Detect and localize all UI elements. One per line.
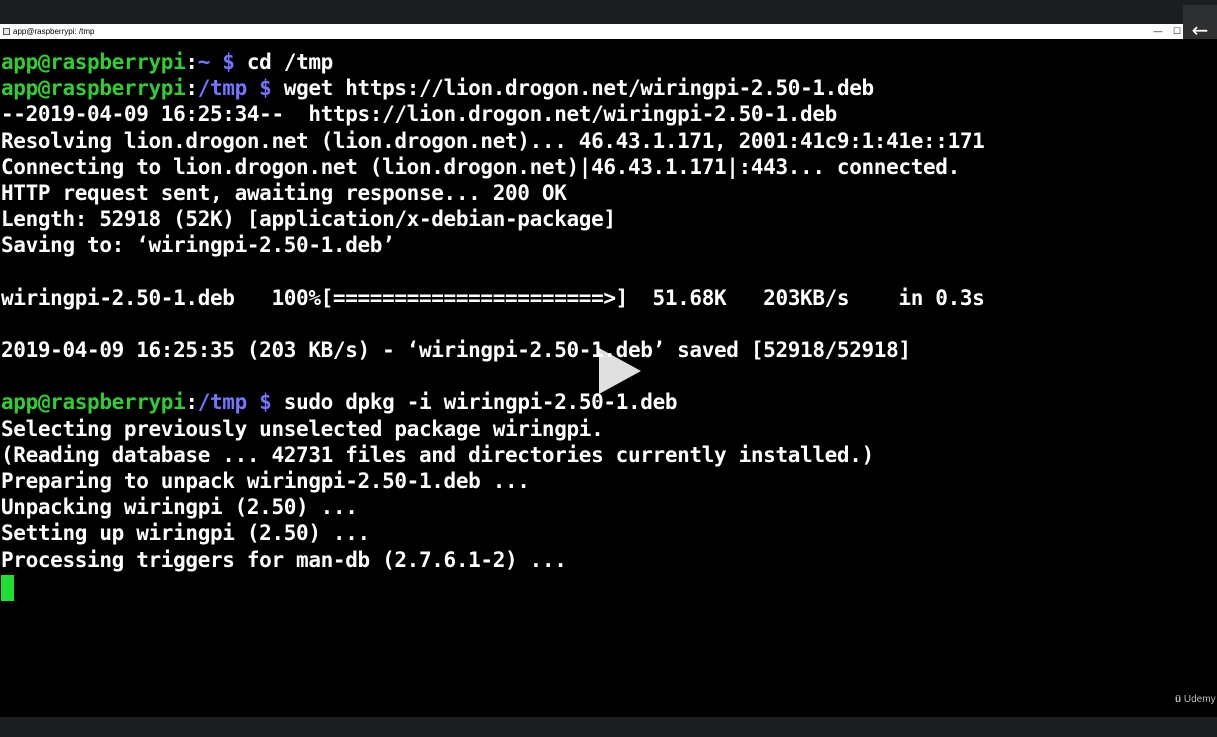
prompt-command: sudo dpkg -i wiringpi-2.50-1.deb [283,390,678,415]
prompt-command: cd /tmp [246,50,333,74]
video-top-bar [0,0,1217,24]
prompt-command: wget https://lion.drogon.net/wiringpi-2.… [283,76,874,101]
udemy-logo-icon: ü [1175,694,1182,705]
play-icon[interactable] [597,348,643,394]
prompt-separator: : [185,50,198,74]
minimize-button[interactable]: — [1151,24,1165,39]
terminal-output-line: Selecting previously unselected package … [1,416,604,441]
prompt-path: ~ [197,50,211,74]
prompt-sigil: $ [210,50,247,74]
terminal-output-line: Setting up wiringpi (2.50) ... [1,521,370,546]
terminal-title-bar: app@raspberrypi: /tmp — ☐ [0,24,1217,39]
terminal-lines: app@raspberrypi:~ $ cd /tmp app@raspberry… [1,49,985,573]
prompt-path: /tmp [197,76,248,101]
terminal-output-line: Preparing to unpack wiringpi-2.50-1.deb … [1,469,530,493]
terminal-output-line: Connecting to lion.drogon.net (lion.drog… [1,154,960,179]
terminal-prompt-line: app@raspberrypi:~ $ cd /tmp [1,49,984,75]
terminal-app-icon [3,28,10,35]
prompt-path: /tmp [197,390,248,415]
terminal-output-line: HTTP request sent, awaiting response... … [1,180,567,205]
watermark-text: Udemy [1183,694,1216,705]
prompt-separator: : [185,76,198,101]
terminal-prompt-line: app@raspberrypi:/tmp $ sudo dpkg -i wiri… [1,389,984,415]
terminal-cursor [1,575,14,601]
prompt-user: app@raspberrypi [1,390,186,415]
prompt-sigil: $ [246,390,284,415]
udemy-watermark: ü Udemy [1175,694,1217,705]
video-bottom-bar [0,717,1217,737]
terminal-output-line: Unpacking wiringpi (2.50) ... [1,495,358,520]
terminal-output-line: Processing triggers for man-db (2.7.6.1-… [1,547,567,572]
maximize-button[interactable]: ☐ [1170,24,1184,39]
prompt-separator: : [185,390,198,415]
prompt-sigil: $ [246,76,284,101]
prompt-user: app@raspberrypi [1,76,186,101]
terminal-output-line: wiringpi-2.50-1.deb 100%[===============… [1,285,985,310]
terminal-output-line: (Reading database ... 42731 files and di… [1,442,874,467]
prompt-user: app@raspberrypi [1,50,186,74]
terminal-output-line: --2019-04-09 16:25:34-- https://lion.dro… [1,102,837,127]
terminal-output-line: 2019-04-09 16:25:35 (203 KB/s) - ‘wiring… [1,338,911,363]
terminal-prompt-line: app@raspberrypi:/tmp $ wget https://lion… [1,75,984,101]
terminal-output-line: Resolving lion.drogon.net (lion.drogon.n… [1,128,985,153]
terminal-output-line: Length: 52918 (52K) [application/x-debia… [1,207,616,232]
window-title: app@raspberrypi: /tmp [13,27,95,36]
terminal-output-line: Saving to: ‘wiringpi-2.50-1.deb’ [1,233,395,258]
